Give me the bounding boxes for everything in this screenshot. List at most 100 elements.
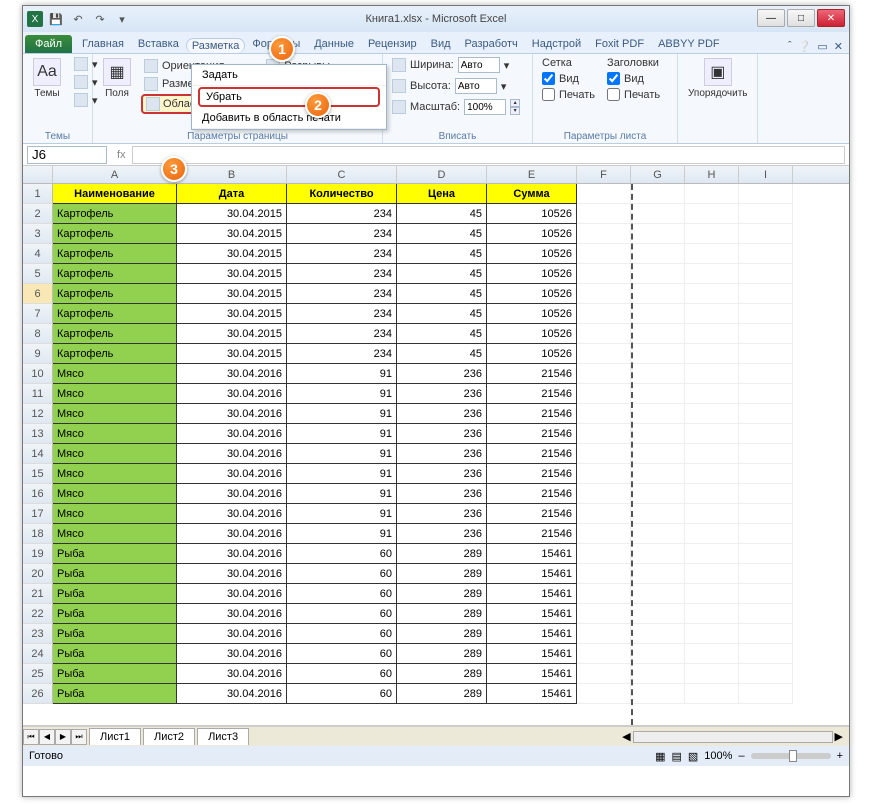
cell-date[interactable]: 30.04.2016 bbox=[177, 604, 287, 624]
view-normal-icon[interactable]: ▦ bbox=[655, 750, 665, 763]
row-header[interactable]: 22 bbox=[23, 604, 53, 624]
row-header[interactable]: 14 bbox=[23, 444, 53, 464]
cell-name[interactable]: Рыба bbox=[53, 684, 177, 704]
row-header[interactable]: 8 bbox=[23, 324, 53, 344]
cell-name[interactable]: Мясо bbox=[53, 364, 177, 384]
sheet-nav-prev[interactable]: ◀ bbox=[39, 729, 55, 745]
table-row[interactable]: 15Мясо30.04.20169123621546 bbox=[23, 464, 849, 484]
cell-qty[interactable]: 60 bbox=[287, 644, 397, 664]
margins-button[interactable]: ▦ Поля bbox=[99, 56, 135, 143]
print-area-add[interactable]: Добавить в область печати bbox=[192, 108, 386, 129]
table-row[interactable]: 7Картофель30.04.20152344510526 bbox=[23, 304, 849, 324]
cell-sum[interactable]: 15461 bbox=[487, 684, 577, 704]
cell-price[interactable]: 289 bbox=[397, 544, 487, 564]
cell-price[interactable]: 45 bbox=[397, 224, 487, 244]
cell-sum[interactable]: 21546 bbox=[487, 484, 577, 504]
cell-qty[interactable]: 234 bbox=[287, 344, 397, 364]
formula-input[interactable] bbox=[132, 146, 845, 164]
row-header[interactable]: 26 bbox=[23, 684, 53, 704]
cell-price[interactable]: 45 bbox=[397, 324, 487, 344]
cell-qty[interactable]: 60 bbox=[287, 544, 397, 564]
sheet-nav-next[interactable]: ▶ bbox=[55, 729, 71, 745]
cell-date[interactable]: 30.04.2016 bbox=[177, 564, 287, 584]
cell-date[interactable]: 30.04.2016 bbox=[177, 524, 287, 544]
cell-qty[interactable]: 234 bbox=[287, 284, 397, 304]
header-price[interactable]: Цена bbox=[397, 184, 487, 204]
cell-sum[interactable]: 15461 bbox=[487, 584, 577, 604]
headings-view-checkbox[interactable]: Вид bbox=[604, 71, 663, 86]
cell-price[interactable]: 289 bbox=[397, 684, 487, 704]
cell-name[interactable]: Картофель bbox=[53, 284, 177, 304]
table-row[interactable]: 3Картофель30.04.20152344510526 bbox=[23, 224, 849, 244]
cell-sum[interactable]: 15461 bbox=[487, 644, 577, 664]
arrange-button[interactable]: ▣ Упорядочить bbox=[684, 56, 752, 143]
table-row[interactable]: 12Мясо30.04.20169123621546 bbox=[23, 404, 849, 424]
qat-save-icon[interactable]: 💾 bbox=[47, 10, 65, 28]
cell-qty[interactable]: 91 bbox=[287, 464, 397, 484]
table-row[interactable]: 23Рыба30.04.20166028915461 bbox=[23, 624, 849, 644]
cell-qty[interactable]: 234 bbox=[287, 224, 397, 244]
cell-qty[interactable]: 234 bbox=[287, 264, 397, 284]
table-row[interactable]: 13Мясо30.04.20169123621546 bbox=[23, 424, 849, 444]
cell-name[interactable]: Рыба bbox=[53, 544, 177, 564]
row-header[interactable]: 4 bbox=[23, 244, 53, 264]
cell-date[interactable]: 30.04.2016 bbox=[177, 364, 287, 384]
cell-qty[interactable]: 91 bbox=[287, 364, 397, 384]
cell-sum[interactable]: 15461 bbox=[487, 544, 577, 564]
col-header-E[interactable]: E bbox=[487, 166, 577, 183]
zoom-in-button[interactable]: + bbox=[837, 750, 843, 762]
row-header[interactable]: 11 bbox=[23, 384, 53, 404]
row-header[interactable]: 13 bbox=[23, 424, 53, 444]
cell-date[interactable]: 30.04.2016 bbox=[177, 644, 287, 664]
table-row[interactable]: 18Мясо30.04.20169123621546 bbox=[23, 524, 849, 544]
row-header[interactable]: 6 bbox=[23, 284, 53, 304]
cell-qty[interactable]: 91 bbox=[287, 504, 397, 524]
table-row[interactable]: 10Мясо30.04.20169123621546 bbox=[23, 364, 849, 384]
cell-price[interactable]: 289 bbox=[397, 564, 487, 584]
cell-date[interactable]: 30.04.2015 bbox=[177, 304, 287, 324]
cell-date[interactable]: 30.04.2015 bbox=[177, 204, 287, 224]
col-header-C[interactable]: C bbox=[287, 166, 397, 183]
table-row[interactable]: 6Картофель30.04.20152344510526 bbox=[23, 284, 849, 304]
table-row[interactable]: 20Рыба30.04.20166028915461 bbox=[23, 564, 849, 584]
cell-sum[interactable]: 15461 bbox=[487, 624, 577, 644]
tab-view[interactable]: Вид bbox=[424, 35, 458, 53]
cell-sum[interactable]: 21546 bbox=[487, 404, 577, 424]
row-header[interactable]: 18 bbox=[23, 524, 53, 544]
cell-qty[interactable]: 91 bbox=[287, 424, 397, 444]
cell-price[interactable]: 236 bbox=[397, 464, 487, 484]
row-header[interactable]: 19 bbox=[23, 544, 53, 564]
cell-price[interactable]: 45 bbox=[397, 284, 487, 304]
col-header-F[interactable]: F bbox=[577, 166, 631, 183]
cell-date[interactable]: 30.04.2016 bbox=[177, 464, 287, 484]
hscroll-track[interactable] bbox=[633, 731, 833, 743]
row-header[interactable]: 20 bbox=[23, 564, 53, 584]
row-header[interactable]: 3 bbox=[23, 224, 53, 244]
cell-name[interactable]: Рыба bbox=[53, 584, 177, 604]
cell-sum[interactable]: 21546 bbox=[487, 464, 577, 484]
cell-sum[interactable]: 10526 bbox=[487, 264, 577, 284]
row-header[interactable]: 7 bbox=[23, 304, 53, 324]
table-row[interactable]: 8Картофель30.04.20152344510526 bbox=[23, 324, 849, 344]
table-row[interactable]: 16Мясо30.04.20169123621546 bbox=[23, 484, 849, 504]
cell-sum[interactable]: 10526 bbox=[487, 304, 577, 324]
cell-price[interactable]: 236 bbox=[397, 444, 487, 464]
cell-sum[interactable]: 21546 bbox=[487, 504, 577, 524]
cell-sum[interactable]: 15461 bbox=[487, 564, 577, 584]
table-row[interactable]: 25Рыба30.04.20166028915461 bbox=[23, 664, 849, 684]
ribbon-min-icon[interactable]: ˆ bbox=[788, 40, 792, 53]
cell-sum[interactable]: 10526 bbox=[487, 284, 577, 304]
cell-date[interactable]: 30.04.2016 bbox=[177, 424, 287, 444]
row-header[interactable]: 25 bbox=[23, 664, 53, 684]
sheet-tab-3[interactable]: Лист3 bbox=[197, 728, 249, 745]
col-header-G[interactable]: G bbox=[631, 166, 685, 183]
cell-date[interactable]: 30.04.2016 bbox=[177, 504, 287, 524]
row-header[interactable]: 23 bbox=[23, 624, 53, 644]
cell-sum[interactable]: 21546 bbox=[487, 424, 577, 444]
cell-name[interactable]: Мясо bbox=[53, 484, 177, 504]
headings-print-checkbox[interactable]: Печать bbox=[604, 87, 663, 102]
name-box[interactable] bbox=[27, 146, 107, 164]
header-qty[interactable]: Количество bbox=[287, 184, 397, 204]
tab-abbyy[interactable]: ABBYY PDF bbox=[651, 35, 727, 53]
select-all-corner[interactable] bbox=[23, 166, 53, 183]
